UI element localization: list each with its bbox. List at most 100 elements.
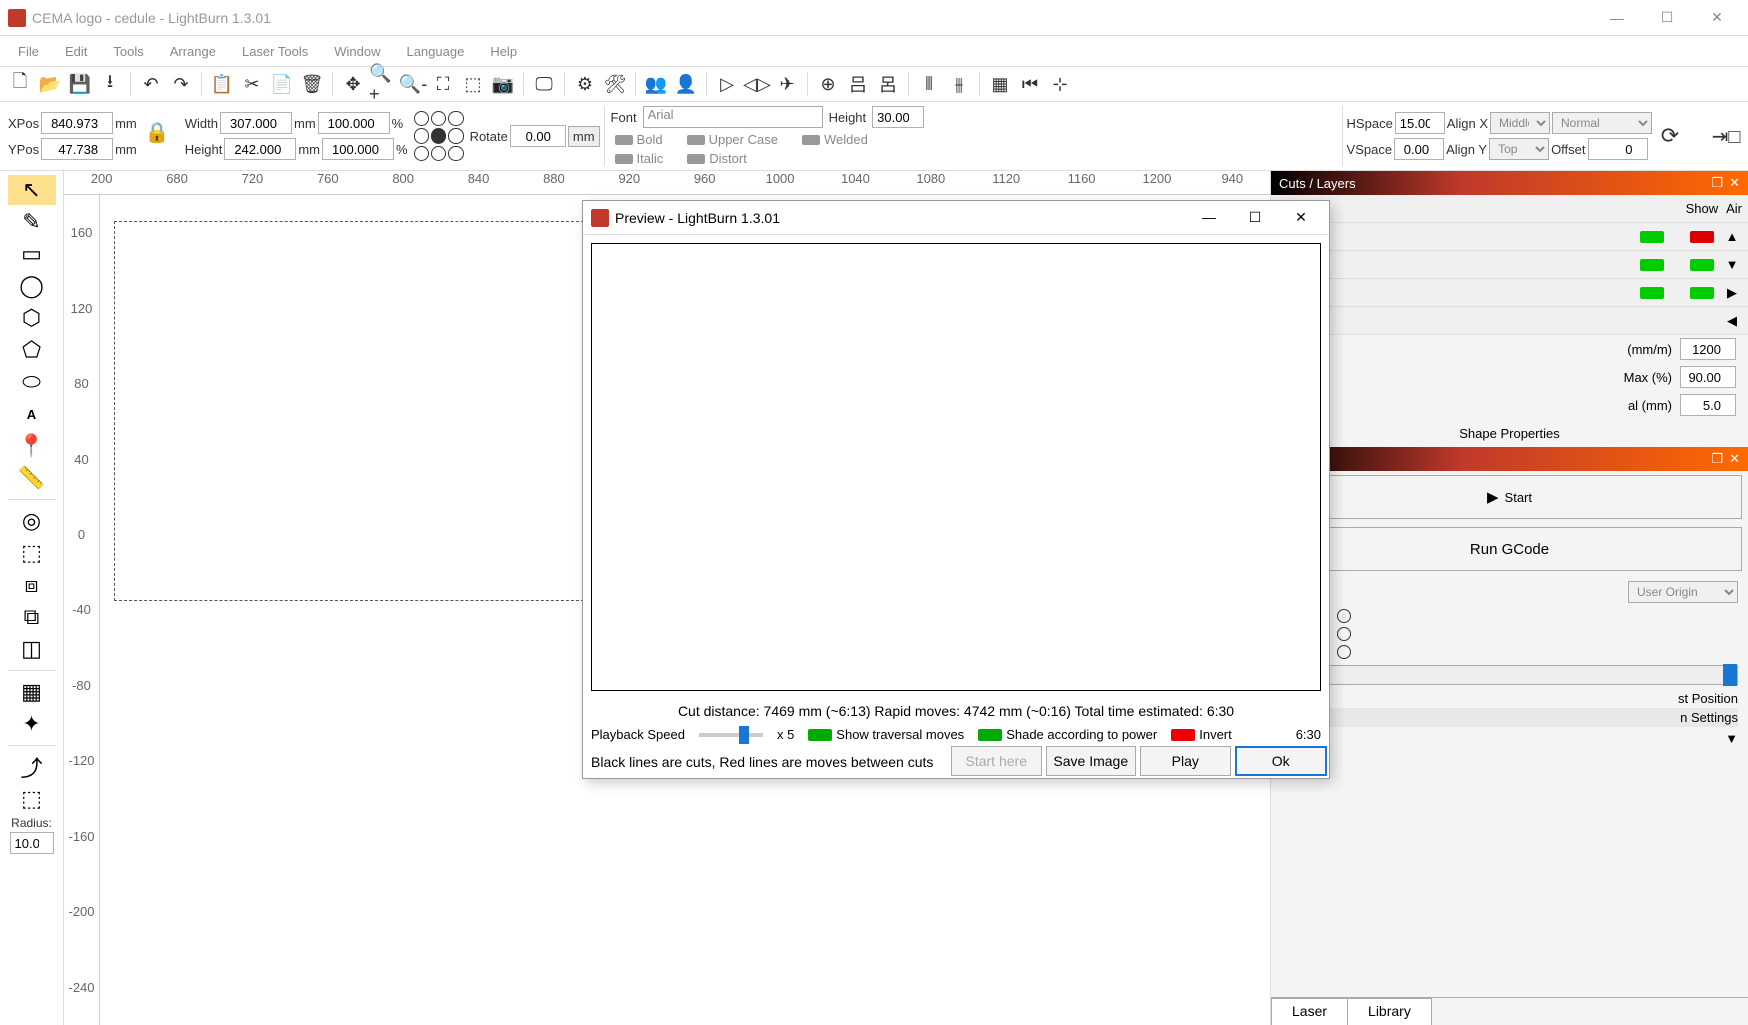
font-height-input[interactable]: [872, 106, 924, 128]
flip-v-icon[interactable]: ◁▷: [743, 70, 771, 98]
menu-window[interactable]: Window: [322, 41, 392, 62]
start-here-button[interactable]: Start here: [951, 746, 1042, 776]
delete-icon[interactable]: 🗑: [298, 70, 326, 98]
offset-tool-icon[interactable]: ◎: [8, 506, 56, 536]
undo-icon[interactable]: ↶: [137, 70, 165, 98]
zoomin-icon[interactable]: 🔍+: [369, 70, 397, 98]
zoomsel-icon[interactable]: ⬚: [459, 70, 487, 98]
send-icon[interactable]: ✈: [773, 70, 801, 98]
preview-canvas[interactable]: [591, 243, 1321, 691]
refresh-icon[interactable]: ⟳: [1656, 122, 1684, 150]
rounded-rect-icon[interactable]: ⬭: [8, 367, 56, 397]
edit-nodes-icon[interactable]: ⤴: [8, 752, 56, 782]
upper-toggle[interactable]: Upper Case: [683, 132, 782, 147]
invert-toggle[interactable]: Invert: [1171, 727, 1232, 742]
xpos-input[interactable]: [41, 112, 113, 134]
menu-language[interactable]: Language: [394, 41, 476, 62]
zoomout-icon[interactable]: 🔍-: [399, 70, 427, 98]
group-icon[interactable]: 👥: [642, 70, 670, 98]
polygon-tool-icon[interactable]: ⬡: [8, 303, 56, 333]
preview-maximize-button[interactable]: ☐: [1235, 209, 1275, 226]
camera-icon[interactable]: 📷: [489, 70, 517, 98]
bool-union-icon[interactable]: ⧈: [8, 570, 56, 600]
cut-icon[interactable]: ✂: [238, 70, 266, 98]
distribute-h-icon[interactable]: ⫴: [915, 70, 943, 98]
panel-close-icon[interactable]: ✕: [1729, 451, 1740, 467]
dock-icon[interactable]: ⏮: [1016, 70, 1044, 98]
hspace-input[interactable]: [1395, 112, 1445, 134]
speed-input[interactable]: [1680, 338, 1736, 360]
save-icon[interactable]: 💾: [66, 70, 94, 98]
close-button[interactable]: ✕: [1694, 3, 1740, 33]
panel-close-icon[interactable]: ✕: [1729, 175, 1740, 191]
ok-button[interactable]: Ok: [1235, 746, 1328, 776]
zoomfit-icon[interactable]: ⛶: [429, 70, 457, 98]
vspace-input[interactable]: [1394, 138, 1444, 160]
shade-toggle[interactable]: Shade according to power: [978, 727, 1157, 742]
layer-row[interactable]: ◀: [1271, 307, 1748, 335]
selected-design[interactable]: [114, 221, 594, 601]
draw-tool-icon[interactable]: ✎: [8, 207, 56, 237]
trace-icon[interactable]: ⬚: [8, 784, 56, 814]
device-icon[interactable]: 🛠: [601, 70, 629, 98]
rotate-input[interactable]: [510, 125, 566, 147]
paste-icon[interactable]: 📄: [268, 70, 296, 98]
save-image-button[interactable]: Save Image: [1046, 746, 1137, 776]
shape-props-btn[interactable]: Shape Properties: [1271, 419, 1748, 447]
interval-input[interactable]: [1680, 394, 1736, 416]
position-slider[interactable]: [1281, 665, 1738, 685]
welded-toggle[interactable]: Welded: [798, 132, 872, 147]
menu-file[interactable]: File: [6, 41, 51, 62]
radial-array-icon[interactable]: ✦: [8, 709, 56, 739]
distort-toggle[interactable]: Distort: [683, 151, 751, 166]
play-button[interactable]: Play: [1140, 746, 1231, 776]
maximize-button[interactable]: ☐: [1644, 3, 1690, 33]
measure-icon[interactable]: ⊹: [1046, 70, 1074, 98]
preview-icon[interactable]: 🖵: [530, 70, 558, 98]
move-icon[interactable]: ✥: [339, 70, 367, 98]
align-h-icon[interactable]: 吕: [844, 70, 872, 98]
radius-input[interactable]: [10, 832, 54, 854]
maxpower-input[interactable]: [1680, 366, 1736, 388]
ellipse-tool-icon[interactable]: ◯: [8, 271, 56, 301]
align-v-icon[interactable]: 呂: [874, 70, 902, 98]
settings-icon[interactable]: ⚙: [571, 70, 599, 98]
aligny-select[interactable]: Top: [1489, 138, 1549, 160]
menu-lasertools[interactable]: Laser Tools: [230, 41, 320, 62]
distribute-v-icon[interactable]: ⫵: [945, 70, 973, 98]
textmode-select[interactable]: Normal: [1552, 112, 1652, 134]
preview-close-button[interactable]: ✕: [1281, 209, 1321, 226]
import-icon[interactable]: ⭳: [96, 70, 124, 98]
grid-array-icon[interactable]: ▦: [8, 677, 56, 707]
flip-h-icon[interactable]: ▷: [713, 70, 741, 98]
bool-sub-icon[interactable]: ⧉: [8, 602, 56, 632]
italic-toggle[interactable]: Italic: [611, 151, 668, 166]
variable-text-icon[interactable]: ⇥□: [1712, 122, 1740, 150]
bool-inter-icon[interactable]: ◫: [8, 634, 56, 664]
job-origin-grid[interactable]: [1281, 609, 1738, 659]
alignx-select[interactable]: Middle: [1490, 112, 1550, 134]
layer-row[interactable]: ▼: [1271, 251, 1748, 279]
rect-tool-icon[interactable]: ▭: [8, 239, 56, 269]
run-gcode-button[interactable]: Run GCode: [1277, 527, 1742, 571]
marker-tool-icon[interactable]: 📍: [8, 431, 56, 461]
menu-edit[interactable]: Edit: [53, 41, 99, 62]
select-tool-icon[interactable]: ↖: [8, 175, 56, 205]
layer-row[interactable]: ▲: [1271, 223, 1748, 251]
bold-toggle[interactable]: Bold: [611, 132, 667, 147]
open-icon[interactable]: 📂: [36, 70, 64, 98]
text-tool-icon[interactable]: A: [8, 399, 56, 429]
weld-tool-icon[interactable]: ⬚: [8, 538, 56, 568]
align-center-icon[interactable]: ⊕: [814, 70, 842, 98]
menu-help[interactable]: Help: [478, 41, 529, 62]
origin-select[interactable]: User Origin: [1628, 581, 1738, 603]
redo-icon[interactable]: ↷: [167, 70, 195, 98]
ungroup-icon[interactable]: 👤: [672, 70, 700, 98]
panel-restore-icon[interactable]: ❐: [1711, 175, 1723, 191]
playback-speed-slider[interactable]: [699, 733, 763, 737]
measure-tool-icon[interactable]: 📏: [8, 463, 56, 493]
width-input[interactable]: [220, 112, 292, 134]
font-select[interactable]: Arial: [643, 106, 823, 128]
traversal-toggle[interactable]: Show traversal moves: [808, 727, 964, 742]
pentagon-tool-icon[interactable]: ⬠: [8, 335, 56, 365]
